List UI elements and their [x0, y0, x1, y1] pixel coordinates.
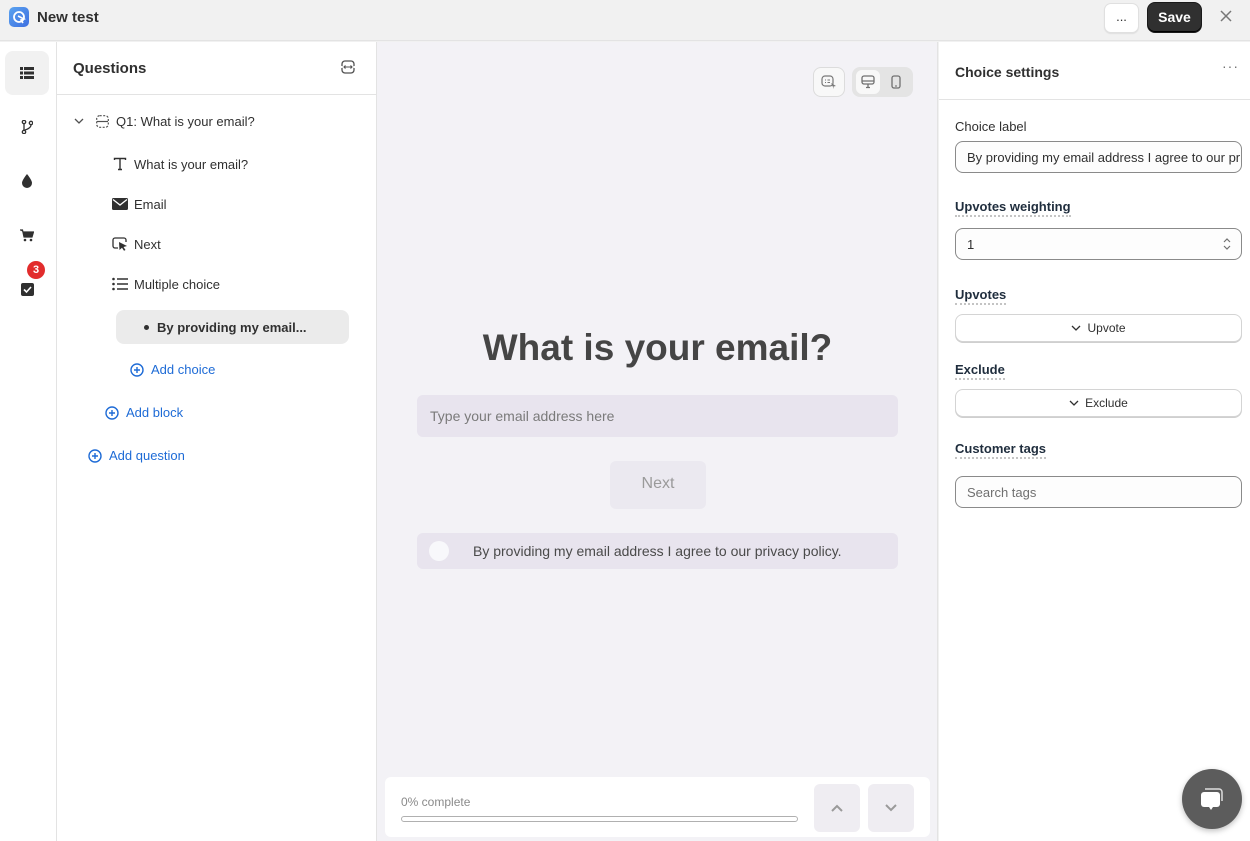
exclude-dropdown[interactable]: Exclude [955, 389, 1242, 417]
block-label: Next [134, 236, 161, 252]
progress-bar [401, 816, 798, 822]
mobile-icon [891, 75, 901, 89]
rail-item-logic[interactable] [5, 105, 49, 149]
upvotes-title[interactable]: Upvotes [955, 287, 1007, 305]
choice-item-selected[interactable]: By providing my email... [116, 310, 349, 344]
chevron-down-icon [885, 804, 897, 812]
list-icon [20, 67, 34, 79]
search-tags-input[interactable]: Search tags [955, 476, 1242, 508]
cart-icon [20, 228, 34, 241]
upvotes-weighting-value: 1 [967, 236, 975, 252]
questions-title: Questions [73, 60, 147, 77]
chat-support-button[interactable] [1182, 769, 1242, 829]
choice-label: By providing my email... [157, 319, 307, 335]
save-button[interactable]: Save [1147, 2, 1202, 33]
list-bullets-icon [111, 275, 129, 293]
block-label: Multiple choice [134, 276, 220, 292]
progress-label: 0% complete [401, 795, 471, 809]
close-icon [1220, 10, 1232, 22]
choice-option[interactable]: By providing my email address I agree to… [417, 533, 898, 569]
customer-tags-title[interactable]: Customer tags [955, 441, 1047, 459]
plus-circle-icon [105, 405, 119, 420]
preview-icon [821, 74, 836, 89]
preview-question-heading: What is your email? [482, 327, 833, 368]
more-actions-button[interactable]: ... [1104, 3, 1139, 33]
questions-header: Questions [57, 42, 376, 95]
text-icon [111, 155, 129, 173]
collapse-all-button[interactable] [341, 60, 357, 76]
upvotes-weighting-title[interactable]: Upvotes weighting [955, 199, 1071, 217]
top-bar: New test ... Save [0, 0, 1250, 41]
next-button[interactable]: Next [610, 461, 706, 509]
settings-more-button[interactable]: ··· [1222, 58, 1239, 74]
choice-label-input[interactable]: By providing my email address I agree to… [955, 141, 1242, 173]
chevron-down-icon [1071, 325, 1081, 331]
upvotes-weighting-input[interactable]: 1 [955, 228, 1242, 260]
stepper-arrows-icon[interactable] [1223, 237, 1231, 254]
block-label: What is your email? [134, 156, 249, 172]
chevron-up-icon [831, 804, 843, 812]
chevron-down-icon[interactable] [70, 112, 88, 130]
desktop-icon [861, 75, 875, 89]
chevron-down-icon [1069, 400, 1079, 406]
app-logo-icon [9, 7, 29, 27]
rail-item-checklist[interactable]: 3 [5, 261, 49, 311]
plus-circle-icon [88, 448, 102, 463]
choice-radio[interactable] [429, 541, 449, 561]
add-question-link[interactable]: Add question [88, 448, 185, 463]
rail-item-design[interactable] [5, 159, 49, 203]
choice-settings-panel: Choice settings ··· Choice label By prov… [939, 42, 1250, 841]
choice-option-label: By providing my email address I agree to… [473, 543, 842, 559]
plus-circle-icon [130, 362, 144, 377]
mobile-view-button[interactable] [884, 70, 908, 94]
nav-rail: 3 [0, 42, 57, 841]
app-title: New test [37, 9, 99, 26]
progress-footer: 0% complete [385, 777, 930, 837]
exclude-title[interactable]: Exclude [955, 362, 1005, 380]
chat-icon [1201, 788, 1223, 810]
block-row[interactable]: What is your email? [111, 152, 248, 176]
droplet-icon [22, 174, 32, 188]
question-block-icon [93, 112, 111, 130]
add-choice-label: Add choice [151, 362, 216, 377]
add-question-label: Add question [109, 448, 185, 463]
device-toggle [852, 67, 913, 97]
preview-mode-button[interactable] [813, 67, 845, 97]
rail-item-questions[interactable] [5, 51, 49, 95]
bullet-icon [144, 324, 149, 330]
question-title: Q1: What is your email? [116, 113, 255, 129]
email-input[interactable]: Type your email address here [417, 395, 898, 437]
upvote-dropdown[interactable]: Upvote [955, 314, 1242, 342]
previous-question-button[interactable] [814, 784, 860, 832]
collapse-icon [341, 60, 355, 74]
cursor-click-icon [111, 235, 129, 253]
upvote-dropdown-label: Upvote [1087, 321, 1126, 335]
close-button[interactable] [1215, 6, 1237, 28]
exclude-dropdown-label: Exclude [1085, 396, 1128, 410]
preview-canvas: What is your email? Type your email addr… [377, 42, 938, 841]
block-row[interactable]: Next [111, 232, 161, 256]
block-row[interactable]: Multiple choice [111, 272, 220, 296]
block-row[interactable]: Email [111, 192, 167, 216]
rail-item-products[interactable] [5, 213, 49, 257]
envelope-icon [111, 195, 129, 213]
block-label: Email [134, 196, 167, 212]
add-block-label: Add block [126, 405, 184, 420]
question-row[interactable]: Q1: What is your email? [70, 109, 255, 133]
notification-badge: 3 [27, 261, 45, 279]
settings-header: Choice settings ··· [939, 42, 1250, 100]
add-choice-link[interactable]: Add choice [130, 362, 215, 377]
checkbox-icon [20, 282, 34, 296]
desktop-view-button[interactable] [856, 70, 880, 94]
settings-title: Choice settings [955, 64, 1060, 80]
branch-icon [21, 120, 33, 134]
next-question-button[interactable] [868, 784, 914, 832]
choice-label-title: Choice label [955, 119, 1027, 134]
add-block-link[interactable]: Add block [105, 405, 183, 420]
questions-panel: Questions Q1: What is your email? What i… [57, 42, 377, 841]
